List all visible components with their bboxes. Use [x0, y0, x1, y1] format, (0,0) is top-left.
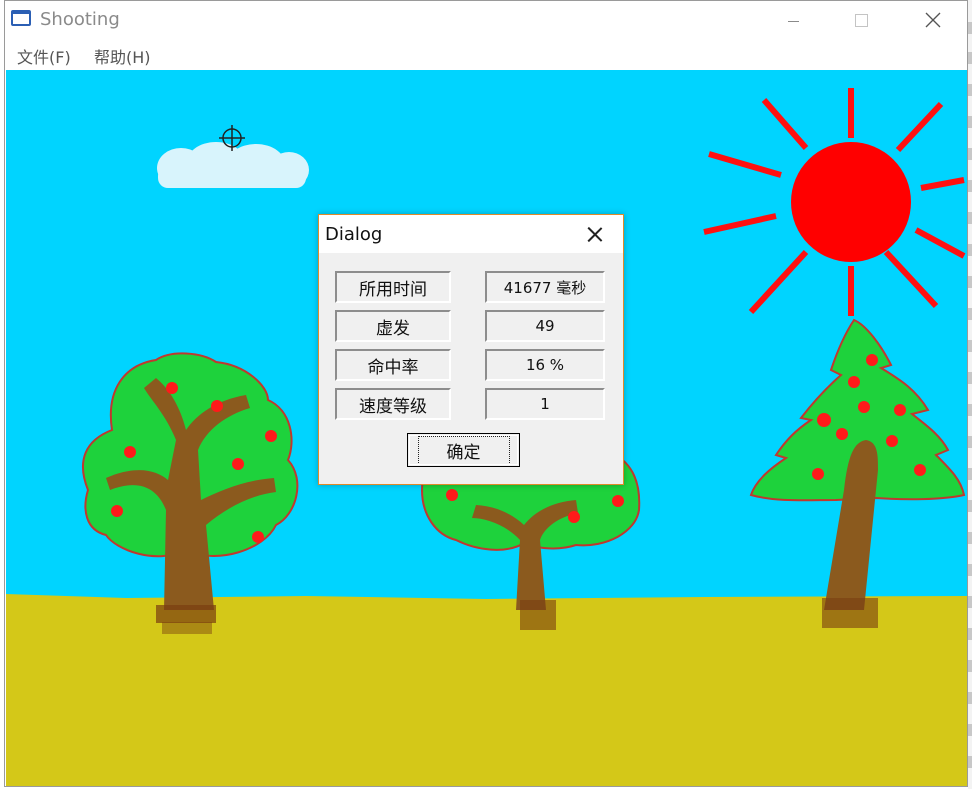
app-window-icon — [11, 10, 31, 26]
label-time: 所用时间 — [335, 271, 451, 303]
minimize-button[interactable] — [763, 1, 823, 39]
dialog-title-bar[interactable]: Dialog — [319, 215, 623, 253]
background-window-edge — [968, 0, 972, 789]
ok-button-label: 确定 — [417, 435, 510, 465]
result-dialog: Dialog 所用时间 41677 毫秒 虚发 49 命中率 16 % 速度等级… — [318, 214, 624, 485]
label-hit-rate: 命中率 — [335, 349, 451, 381]
ok-button[interactable]: 确定 — [407, 433, 520, 467]
minimize-icon — [787, 20, 799, 22]
close-button[interactable] — [903, 1, 963, 39]
window-title: Shooting — [40, 9, 120, 30]
value-hit-rate: 16 % — [485, 349, 605, 381]
dialog-title: Dialog — [325, 224, 383, 245]
value-misses: 49 — [485, 310, 605, 342]
label-misses: 虚发 — [335, 310, 451, 342]
dialog-close-icon[interactable] — [581, 221, 609, 247]
value-time: 41677 毫秒 — [485, 271, 605, 303]
value-speed-level: 1 — [485, 388, 605, 420]
close-icon — [925, 12, 941, 28]
maximize-button[interactable] — [831, 1, 891, 39]
title-bar[interactable]: Shooting — [5, 1, 967, 39]
menu-help[interactable]: 帮助(H) — [94, 44, 151, 68]
menu-bar: 文件(F) 帮助(H) — [5, 39, 967, 69]
label-speed-level: 速度等级 — [335, 388, 451, 420]
menu-file[interactable]: 文件(F) — [17, 44, 71, 68]
maximize-icon — [854, 13, 868, 27]
